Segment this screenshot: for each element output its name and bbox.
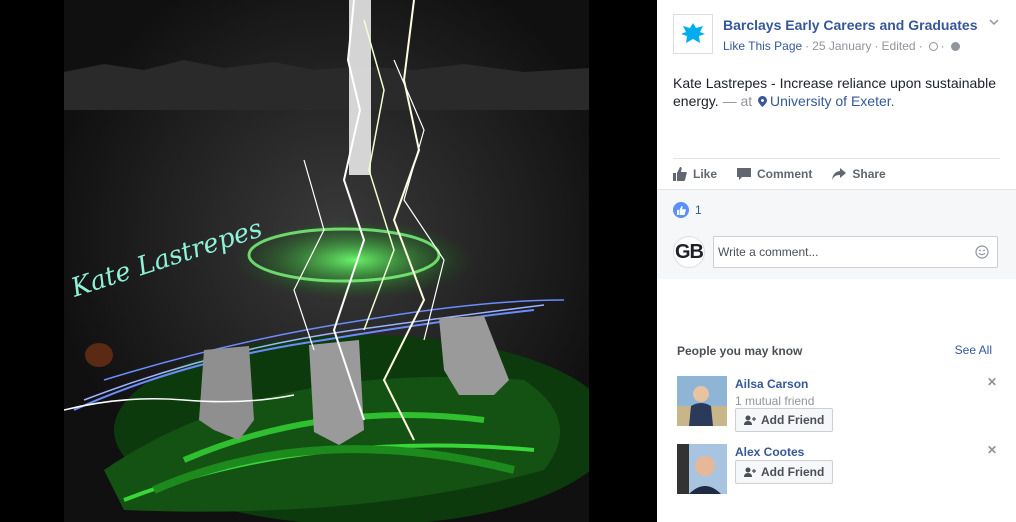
post-photo[interactable]: Kate Lastrepes (64, 0, 589, 522)
avatar[interactable] (677, 444, 727, 494)
like-label: Like (693, 167, 718, 181)
pymk-title: People you may know (677, 344, 803, 358)
at-label: — at (722, 93, 753, 109)
add-friend-button[interactable]: Add Friend (735, 408, 834, 432)
post-date[interactable]: 25 January (812, 39, 871, 53)
mutual-friends[interactable]: 1 mutual friend (735, 394, 814, 408)
share-label: Share (852, 167, 886, 181)
add-friend-button[interactable]: Add Friend (735, 460, 834, 484)
add-friend-icon (744, 467, 756, 477)
thumbs-up-icon (673, 167, 687, 181)
comment-icon (737, 168, 752, 180)
like-count: 1 (695, 203, 702, 217)
page-logo[interactable] (673, 14, 713, 54)
commenter-avatar[interactable]: GB (673, 236, 705, 268)
comment-input[interactable] (714, 237, 964, 267)
add-friend-label: Add Friend (761, 413, 825, 427)
like-page-link[interactable]: Like This Page (723, 39, 802, 53)
person-card: Ailsa Carson 1 mutual friend Add Friend … (677, 375, 997, 434)
see-all-link[interactable]: See All (955, 343, 992, 357)
person-name[interactable]: Alex Cootes (735, 445, 804, 459)
avatar[interactable] (677, 376, 727, 426)
person-card: Alex Cootes Add Friend ✕ (677, 443, 997, 502)
actions-divider (673, 158, 1000, 159)
page-name-link[interactable]: Barclays Early Careers and Graduates (723, 17, 977, 33)
post-header: Barclays Early Careers and Graduates Lik… (673, 14, 1000, 58)
reactions-summary[interactable]: 1 (673, 202, 702, 218)
add-friend-icon (744, 415, 756, 425)
clock-icon (928, 42, 938, 51)
photo-stage: Kate Lastrepes (0, 0, 657, 522)
pymk-header: People you may know See All (677, 342, 992, 360)
emoji-icon[interactable] (975, 245, 989, 259)
add-friend-label: Add Friend (761, 465, 825, 479)
comment-label: Comment (757, 167, 813, 181)
post-actions: Like Comment Share (673, 164, 886, 184)
globe-icon (950, 42, 960, 51)
comment-box[interactable] (713, 236, 998, 268)
people-you-may-know: People you may know See All Ailsa Carson… (677, 342, 997, 494)
share-button[interactable]: Share (832, 164, 886, 184)
like-reaction-icon (673, 202, 689, 218)
comment-button[interactable]: Comment (737, 164, 812, 184)
share-arrow-icon (832, 168, 847, 180)
chevron-down-icon[interactable] (988, 16, 1000, 28)
feedback-section: 1 GB (657, 189, 1016, 279)
post-panel: Barclays Early Careers and Graduates Lik… (657, 0, 1016, 522)
location-link[interactable]: University of Exeter. (770, 93, 895, 109)
location-pin-icon (758, 96, 768, 107)
person-name[interactable]: Ailsa Carson (735, 377, 808, 391)
eagle-icon (681, 23, 705, 43)
dismiss-icon[interactable]: ✕ (987, 375, 997, 389)
edited-label[interactable]: Edited (882, 39, 916, 53)
post-text: Kate Lastrepes - Increase reliance upon … (673, 74, 1003, 110)
post-meta: Like This Page · 25 January · Edited · · (723, 39, 960, 53)
dismiss-icon[interactable]: ✕ (987, 443, 997, 457)
like-button[interactable]: Like (673, 164, 717, 184)
